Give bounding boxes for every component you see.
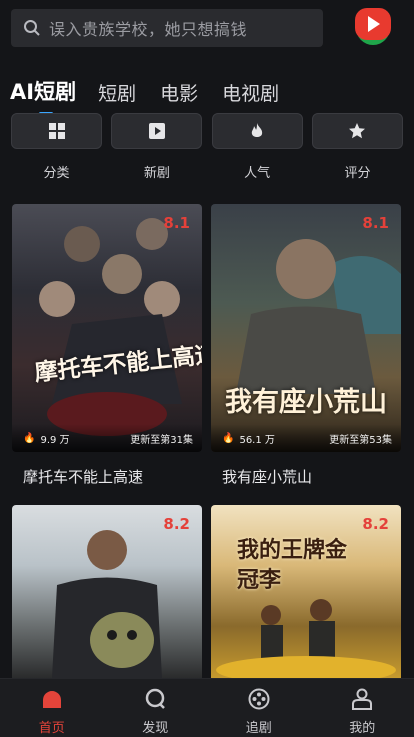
drama-card[interactable]: 8.2 — [12, 505, 202, 678]
poster-image[interactable]: 我有座小荒山 8.1 🔥 56.1 万 更新至第53集 — [211, 204, 401, 452]
search-bar[interactable]: 误入贵族学校，她只想搞钱 — [11, 9, 323, 47]
category-classify[interactable]: 分类 — [11, 113, 102, 181]
category-row: 分类 新剧 人气 评分 — [11, 113, 403, 181]
drama-card[interactable]: 我的王牌金冠李 8.2 — [211, 505, 401, 678]
category-label: 分类 — [11, 162, 102, 181]
grid-icon — [48, 122, 66, 140]
category-rating[interactable]: 评分 — [312, 113, 403, 181]
drama-card[interactable]: 摩托车不能上高速 8.1 🔥9.9 万 更新至第31集 摩托车不能上高速 — [12, 204, 202, 487]
tab-short-drama[interactable]: 短剧 — [98, 79, 136, 106]
card-meta: 🔥 56.1 万 更新至第53集 — [211, 424, 401, 452]
category-label: 评分 — [312, 162, 403, 181]
discover-icon — [143, 687, 167, 711]
category-label: 人气 — [212, 162, 303, 181]
poster-image[interactable]: 8.2 — [12, 505, 202, 678]
rating-badge: 8.2 — [362, 515, 389, 533]
flame-icon: 🔥 — [23, 433, 35, 444]
category-popular[interactable]: 人气 — [212, 113, 303, 181]
update-status: 更新至第53集 — [329, 431, 392, 446]
nav-item-discover[interactable]: 发现 — [104, 679, 208, 737]
category-label: 新剧 — [111, 162, 202, 181]
bottom-nav: 首页 发现 追剧 我的 — [0, 678, 414, 737]
search-placeholder: 误入贵族学校，她只想搞钱 — [49, 16, 247, 40]
tab-tv-series[interactable]: 电视剧 — [222, 79, 279, 106]
play-icon — [148, 122, 166, 140]
nav-label: 追剧 — [207, 717, 311, 736]
view-count: 56.1 万 — [239, 431, 274, 446]
category-rating-button[interactable] — [312, 113, 403, 149]
tab-movie[interactable]: 电影 — [160, 79, 198, 106]
card-meta: 🔥 9.9 万 更新至第31集 — [12, 424, 202, 452]
rating-badge: 8.1 — [362, 214, 389, 232]
tab-ai-short-drama[interactable]: AI短剧 — [10, 76, 76, 106]
nav-item-profile[interactable]: 我的 — [311, 679, 414, 737]
poster-image[interactable]: 我的王牌金冠李 8.2 — [211, 505, 401, 678]
category-classify-button[interactable] — [11, 113, 102, 149]
poster-art — [12, 204, 202, 452]
profile-icon — [350, 687, 374, 711]
update-status: 更新至第31集 — [130, 431, 193, 446]
star-icon — [348, 122, 366, 140]
category-popular-button[interactable] — [212, 113, 303, 149]
card-title[interactable]: 摩托车不能上高速 — [12, 466, 202, 487]
nav-item-home[interactable]: 首页 — [0, 679, 104, 737]
view-count: 9.9 万 — [40, 431, 69, 446]
home-icon — [40, 687, 64, 711]
follow-icon — [247, 687, 271, 711]
category-new[interactable]: 新剧 — [111, 113, 202, 181]
nav-label: 发现 — [104, 717, 208, 736]
rating-badge: 8.1 — [163, 214, 190, 232]
search-icon — [23, 19, 41, 37]
poster-title: 我有座小荒山 — [225, 380, 387, 419]
app-logo-icon[interactable] — [352, 6, 394, 48]
poster-title: 我的王牌金冠李 — [237, 535, 367, 595]
flame-icon: 🔥 — [222, 433, 234, 444]
nav-item-follow[interactable]: 追剧 — [207, 679, 311, 737]
tab-bar: AI短剧 短剧 电影 电视剧 — [10, 66, 303, 106]
rating-badge: 8.2 — [163, 515, 190, 533]
nav-label: 首页 — [0, 717, 104, 736]
poster-image[interactable]: 摩托车不能上高速 8.1 🔥9.9 万 更新至第31集 — [12, 204, 202, 452]
flame-icon — [248, 122, 266, 140]
card-title[interactable]: 我有座小荒山 — [211, 466, 401, 487]
category-new-button[interactable] — [111, 113, 202, 149]
drama-card[interactable]: 我有座小荒山 8.1 🔥 56.1 万 更新至第53集 我有座小荒山 — [211, 204, 401, 487]
nav-label: 我的 — [311, 717, 414, 736]
